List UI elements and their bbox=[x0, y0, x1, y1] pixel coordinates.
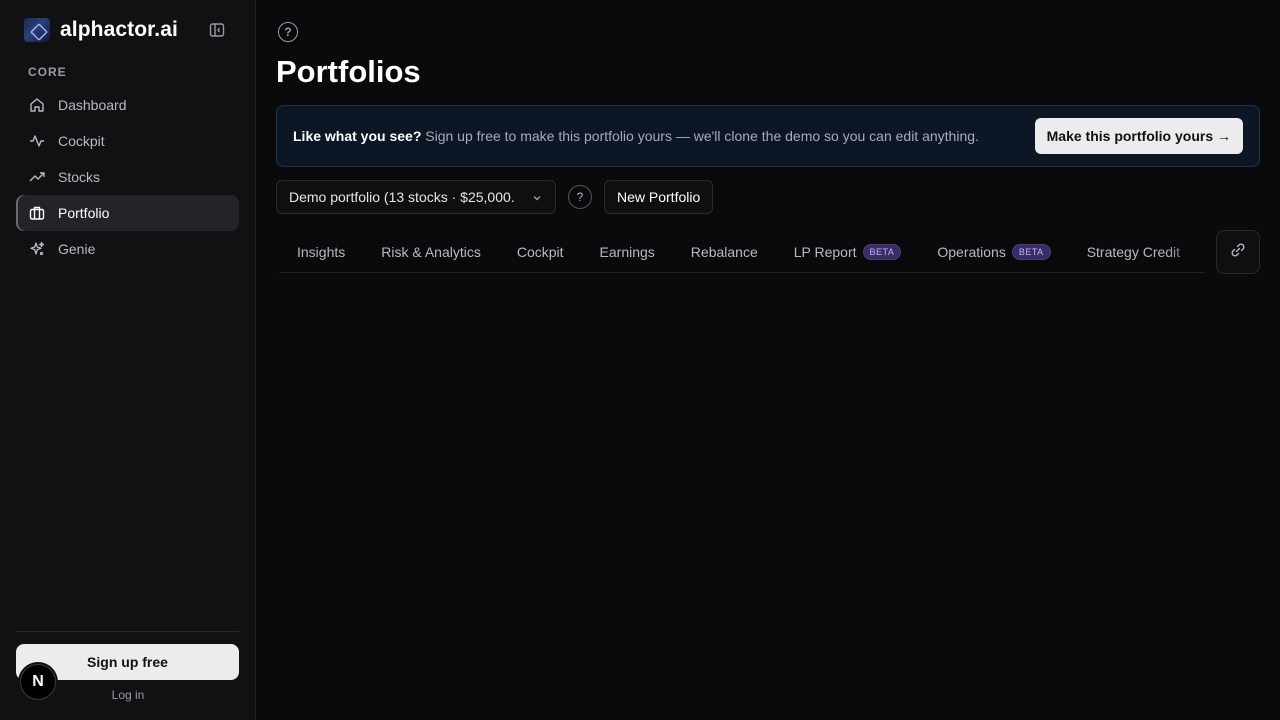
tab-insights[interactable]: Insights bbox=[279, 232, 363, 272]
trending-up-icon bbox=[28, 168, 46, 186]
banner-body-text: Sign up free to make this portfolio your… bbox=[421, 128, 979, 144]
tab-label: Cockpit bbox=[516, 244, 564, 260]
link-icon bbox=[1230, 242, 1246, 263]
portfolio-select-value: Demo portfolio (13 stocks · $25,000. bbox=[289, 189, 515, 205]
make-portfolio-yours-button[interactable]: Make this portfolio yours → bbox=[1034, 118, 1243, 154]
portfolio-help-icon[interactable]: ? bbox=[568, 185, 592, 209]
sidebar: alphactor.ai CORE Dashboard Cockpit Stoc… bbox=[0, 0, 256, 720]
tab-bar: Insights Risk & Analytics Cockpit Earnin… bbox=[279, 232, 1205, 273]
sidebar-item-genie[interactable]: Genie bbox=[16, 231, 239, 267]
portfolio-select[interactable]: Demo portfolio (13 stocks · $25,000. bbox=[276, 180, 556, 214]
section-label-core: CORE bbox=[28, 65, 67, 79]
sidebar-item-dashboard[interactable]: Dashboard bbox=[16, 87, 239, 123]
sidebar-item-label: Dashboard bbox=[58, 97, 127, 113]
chevron-down-icon bbox=[531, 191, 543, 209]
tab-label: Earnings bbox=[599, 244, 655, 260]
tab-label: LP Report bbox=[793, 244, 857, 260]
beta-badge: BETA bbox=[1011, 244, 1051, 260]
sidebar-item-portfolio[interactable]: Portfolio bbox=[16, 195, 239, 231]
brand-name: alphactor.ai bbox=[60, 18, 178, 41]
beta-badge: BETA bbox=[862, 244, 902, 260]
sparkles-icon bbox=[28, 240, 46, 258]
sidebar-item-label: Genie bbox=[58, 241, 96, 257]
tab-label: Insights bbox=[297, 244, 346, 260]
signup-banner: Like what you see? Sign up free to make … bbox=[276, 105, 1260, 167]
sidebar-item-label: Cockpit bbox=[58, 133, 105, 149]
tab-cockpit[interactable]: Cockpit bbox=[499, 232, 582, 272]
sidebar-toggle-icon[interactable] bbox=[208, 22, 226, 38]
sidebar-item-label: Portfolio bbox=[58, 205, 110, 221]
sidebar-item-label: Stocks bbox=[58, 169, 101, 185]
tab-label: Operations bbox=[937, 244, 1006, 260]
tab-rebalance[interactable]: Rebalance bbox=[673, 232, 776, 272]
sidebar-nav: Dashboard Cockpit Stocks Portfolio Genie bbox=[16, 87, 239, 267]
brand-logo bbox=[24, 18, 50, 42]
help-icon[interactable]: ? bbox=[278, 22, 298, 42]
tab-earnings[interactable]: Earnings bbox=[582, 232, 673, 272]
sidebar-item-stocks[interactable]: Stocks bbox=[16, 159, 239, 195]
banner-text: Like what you see? Sign up free to make … bbox=[293, 128, 979, 144]
briefcase-icon bbox=[28, 204, 46, 222]
dev-badge-icon[interactable]: N bbox=[20, 664, 56, 700]
home-icon bbox=[28, 96, 46, 114]
tab-operations[interactable]: Operations BETA bbox=[919, 232, 1068, 272]
tab-label: Rebalance bbox=[690, 244, 758, 260]
copy-link-button[interactable] bbox=[1216, 230, 1260, 274]
sidebar-divider bbox=[16, 631, 239, 632]
new-portfolio-button[interactable]: New Portfolio bbox=[604, 180, 714, 214]
tab-label: Risk & Analytics bbox=[381, 244, 481, 260]
page-title: Portfolios bbox=[276, 54, 421, 89]
sidebar-item-cockpit[interactable]: Cockpit bbox=[16, 123, 239, 159]
tab-lp-report[interactable]: LP Report BETA bbox=[776, 232, 920, 272]
tabs-fade-overlay bbox=[1165, 232, 1205, 272]
activity-icon bbox=[28, 132, 46, 150]
tab-risk-analytics[interactable]: Risk & Analytics bbox=[363, 232, 499, 272]
brand[interactable]: alphactor.ai bbox=[24, 18, 178, 42]
banner-bold-text: Like what you see? bbox=[293, 128, 422, 144]
